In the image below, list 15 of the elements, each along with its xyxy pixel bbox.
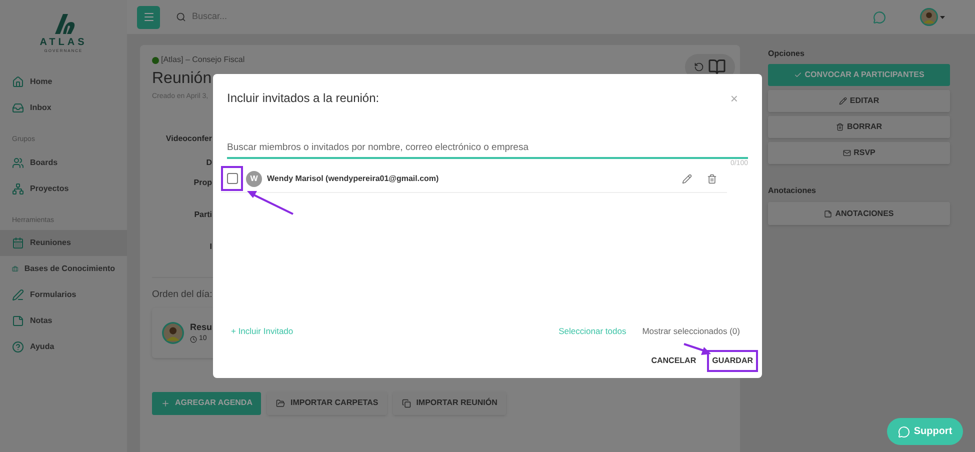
board-name: [Atlas] – Consejo Fiscal	[161, 54, 245, 66]
section-heading: Anotaciones	[768, 185, 816, 197]
field-label: Videoconfer	[166, 132, 212, 144]
logo-text: ATLAS	[40, 38, 88, 48]
meeting-title: Reunión	[152, 69, 212, 89]
member-name: Wendy Marisol (wendypereira01@gmail.com)	[267, 172, 440, 184]
field-label: Parti	[194, 208, 212, 220]
section-heading: Orden del día:	[152, 288, 212, 302]
member-avatar: W	[246, 170, 262, 186]
section-heading: Opciones	[768, 48, 804, 60]
field-label: Prop	[194, 176, 212, 189]
agenda-title: Resu	[190, 320, 212, 334]
dialog-title: Incluir invitados a la reunión:	[227, 90, 380, 107]
field-label: D	[206, 156, 212, 168]
field-label: I	[210, 240, 212, 252]
